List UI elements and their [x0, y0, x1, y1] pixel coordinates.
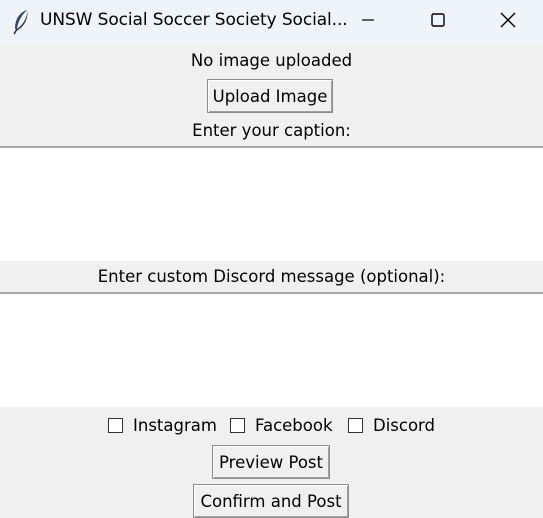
discord-message-label: Enter custom Discord message (optional):	[97, 267, 446, 286]
maximize-button[interactable]	[408, 0, 468, 44]
facebook-checkbox[interactable]: Facebook	[230, 414, 333, 436]
caption-input[interactable]	[0, 146, 543, 261]
instagram-checkbox-label: Instagram	[133, 415, 217, 435]
confirm-and-post-button[interactable]: Confirm and Post	[193, 484, 349, 518]
facebook-checkbox-label: Facebook	[255, 415, 333, 435]
caption-label: Enter your caption:	[192, 121, 351, 140]
discord-checkbox-label: Discord	[373, 415, 436, 435]
maximize-icon	[430, 12, 446, 32]
close-icon	[499, 11, 517, 33]
minimize-icon	[360, 12, 376, 32]
discord-checkbox-box[interactable]	[348, 417, 363, 433]
facebook-checkbox-box[interactable]	[230, 417, 245, 433]
window-title: UNSW Social Soccer Society Social...	[40, 10, 348, 30]
minimize-button[interactable]	[338, 0, 398, 44]
title-bar[interactable]: UNSW Social Soccer Society Social...	[0, 0, 543, 44]
preview-post-button[interactable]: Preview Post	[212, 445, 330, 479]
feather-icon	[12, 9, 30, 35]
image-status-label: No image uploaded	[190, 51, 353, 70]
close-button[interactable]	[478, 0, 538, 44]
discord-message-input[interactable]	[0, 292, 543, 407]
upload-image-button[interactable]: Upload Image	[207, 79, 333, 113]
instagram-checkbox-box[interactable]	[108, 417, 123, 433]
discord-checkbox[interactable]: Discord	[348, 414, 435, 436]
instagram-checkbox[interactable]: Instagram	[108, 414, 217, 436]
